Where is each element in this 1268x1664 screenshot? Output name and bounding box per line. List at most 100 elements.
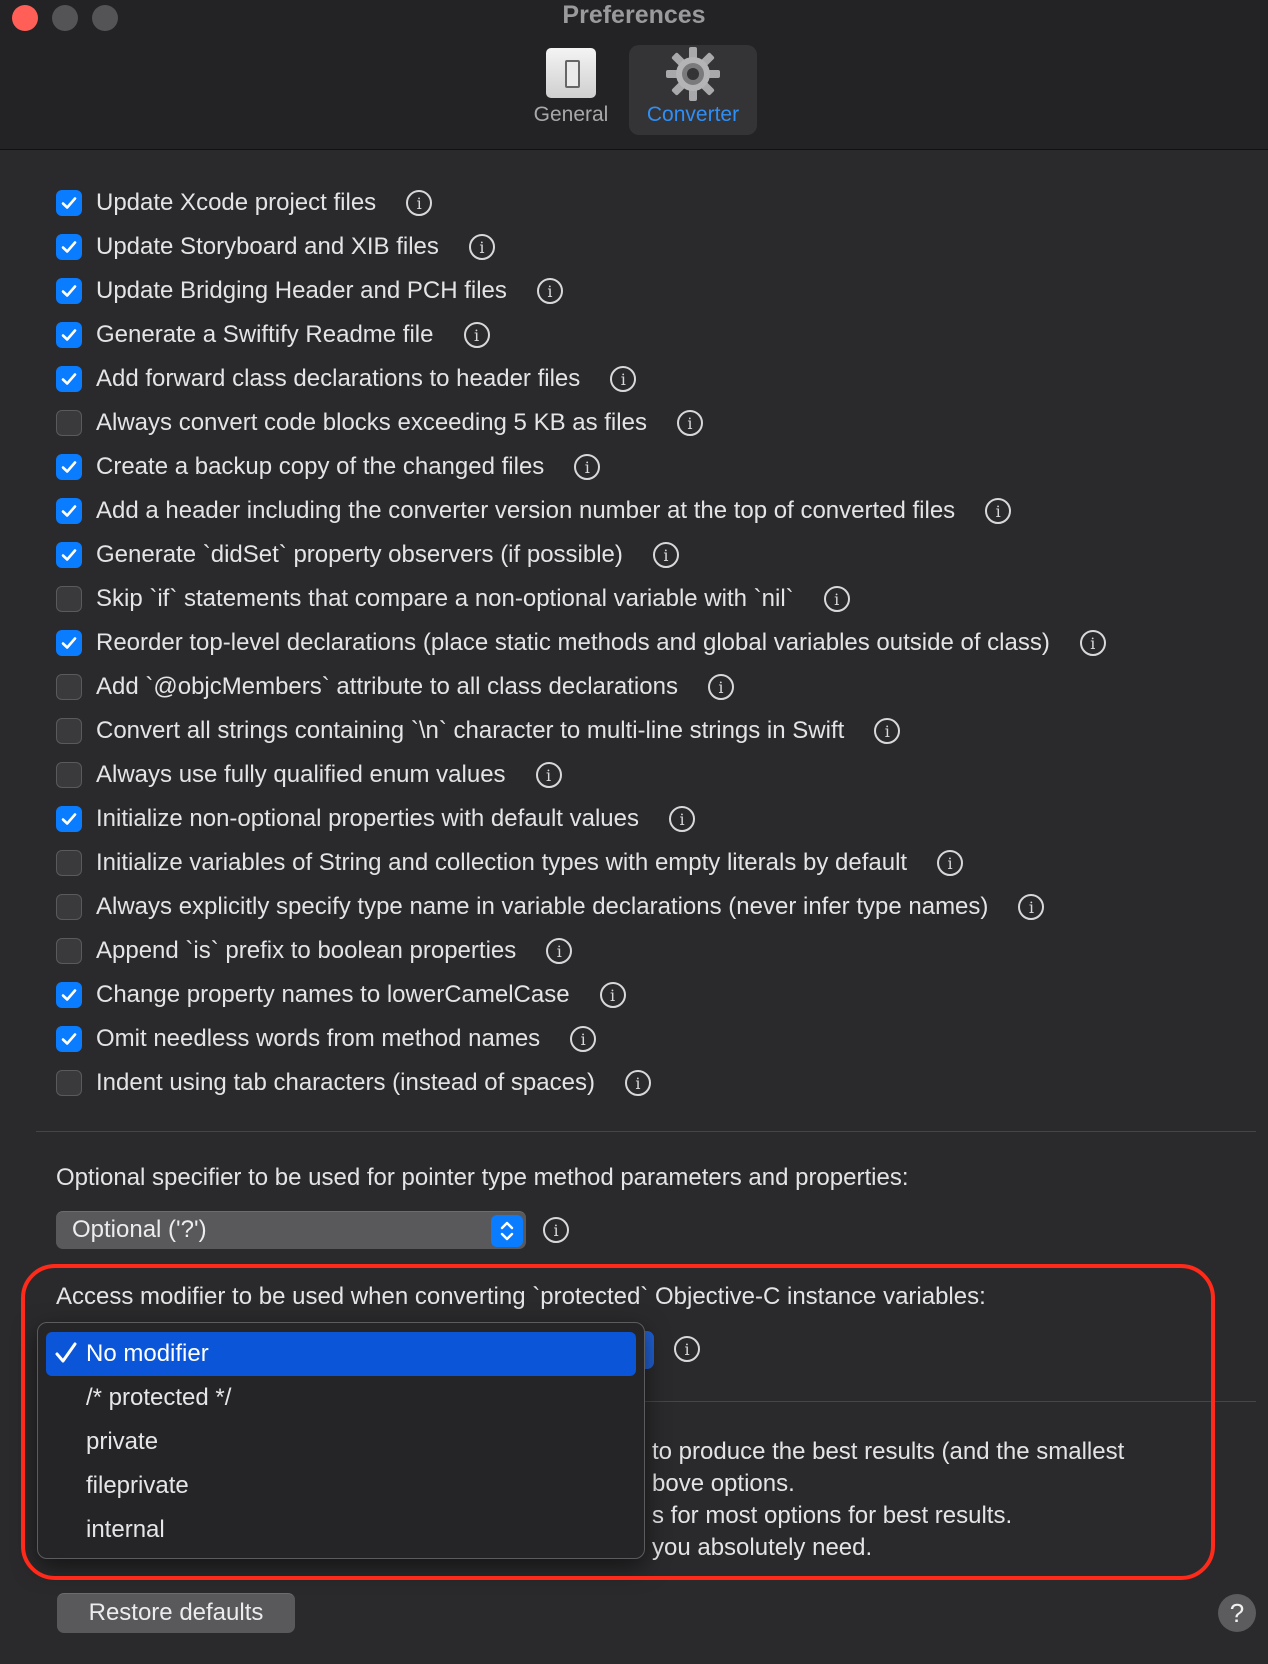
option-row[interactable]: Update Xcode project files i [56,188,433,218]
option-checkbox[interactable] [56,630,82,656]
info-icon[interactable]: i [536,278,563,304]
option-row[interactable]: Reorder top-level declarations (place st… [56,628,1106,658]
tab-general[interactable]: General [507,45,635,135]
option-row[interactable]: Initialize non-optional properties with … [56,804,695,834]
option-row[interactable]: Indent using tab characters (instead of … [56,1068,651,1098]
option-row[interactable]: Create a backup copy of the changed file… [56,452,601,482]
menu-item-label: No modifier [86,1340,209,1367]
menu-item-internal[interactable]: internal [46,1508,636,1552]
info-icon[interactable]: i [1079,630,1106,656]
option-checkbox[interactable] [56,586,82,612]
info-icon[interactable]: i [674,1336,700,1362]
tab-converter[interactable]: Converter [629,45,757,135]
option-checkbox[interactable] [56,366,82,392]
menu-item-protected-comment[interactable]: /* protected */ [46,1376,636,1420]
gear-icon [666,47,720,101]
option-checkbox[interactable] [56,762,82,788]
menu-item-no-modifier[interactable]: No modifier [46,1332,636,1376]
option-checkbox[interactable] [56,894,82,920]
option-row[interactable]: Initialize variables of String and colle… [56,848,964,878]
option-checkbox[interactable] [56,234,82,260]
option-checkbox[interactable] [56,1070,82,1096]
info-icon[interactable]: i [463,322,490,348]
tab-converter-label: Converter [646,103,740,126]
option-row[interactable]: Generate `didSet` property observers (if… [56,540,679,570]
option-label: Update Bridging Header and PCH files [96,277,507,304]
option-checkbox[interactable] [56,542,82,568]
option-label: Generate `didSet` property observers (if… [96,541,623,568]
option-label: Always explicitly specify type name in v… [96,893,989,920]
option-row[interactable]: Change property names to lowerCamelCase i [56,980,626,1010]
option-row[interactable]: Skip `if` statements that compare a non-… [56,584,850,614]
info-icon[interactable]: i [624,1070,651,1096]
option-row[interactable]: Update Bridging Header and PCH files i [56,276,563,306]
option-label: Create a backup copy of the changed file… [96,453,545,480]
option-label: Update Xcode project files [96,189,377,216]
checkmark-icon [61,549,77,561]
option-checkbox[interactable] [56,850,82,876]
option-checkbox[interactable] [56,938,82,964]
option-row[interactable]: Update Storyboard and XIB files i [56,232,495,262]
option-row[interactable]: Always explicitly specify type name in v… [56,892,1045,922]
option-row[interactable]: Always convert code blocks exceeding 5 K… [56,408,703,438]
access-modifier-label: Access modifier to be used when converti… [56,1283,986,1310]
option-row[interactable]: Convert all strings containing `\n` char… [56,716,901,746]
pointer-specifier-popup[interactable]: Optional ('?') [56,1211,526,1249]
info-icon[interactable]: i [599,982,626,1008]
option-row[interactable]: Add forward class declarations to header… [56,364,637,394]
option-checkbox[interactable] [56,454,82,480]
option-row[interactable]: Generate a Swiftify Readme file i [56,320,490,350]
menu-item-fileprivate[interactable]: fileprivate [46,1464,636,1508]
info-icon[interactable]: i [543,1217,569,1243]
info-icon[interactable]: i [570,1026,597,1052]
info-icon[interactable]: i [874,718,901,744]
tip-text-line: you absolutely need. [652,1534,873,1561]
info-icon[interactable]: i [669,806,695,832]
option-checkbox[interactable] [56,322,82,348]
info-icon[interactable]: i [985,498,1012,524]
menu-item-private[interactable]: private [46,1420,636,1464]
option-row[interactable]: Add `@objcMembers` attribute to all clas… [56,672,734,702]
info-icon[interactable]: i [676,410,703,436]
option-row[interactable]: Always use fully qualified enum values i [56,760,562,790]
option-row[interactable]: Append `is` prefix to boolean properties… [56,936,573,966]
option-checkbox[interactable] [56,410,82,436]
option-label: Indent using tab characters (instead of … [96,1069,595,1096]
access-modifier-menu: No modifier /* protected */ private file… [37,1322,645,1559]
checkmark-icon [61,197,77,209]
option-checkbox[interactable] [56,806,82,832]
checkmark-icon [61,1033,77,1045]
info-icon[interactable]: i [937,850,964,876]
option-row[interactable]: Omit needless words from method names i [56,1024,597,1054]
info-icon[interactable]: i [546,938,573,964]
option-checkbox[interactable] [56,278,82,304]
separator [36,1131,1256,1132]
checkmark-icon [61,373,77,385]
option-row[interactable]: Add a header including the converter ver… [56,496,1012,526]
checkmark-icon [61,813,77,825]
window-titlebar: Preferences General Converter [0,0,1268,150]
option-checkbox[interactable] [56,1026,82,1052]
option-checkbox[interactable] [56,982,82,1008]
option-checkbox[interactable] [56,718,82,744]
option-checkbox[interactable] [56,498,82,524]
option-checkbox[interactable] [56,190,82,216]
info-icon[interactable]: i [610,366,637,392]
info-icon[interactable]: i [1018,894,1045,920]
menu-item-label: internal [86,1516,165,1543]
option-label: Update Storyboard and XIB files [96,233,439,260]
info-icon[interactable]: i [406,190,433,216]
help-button[interactable]: ? [1218,1594,1256,1632]
tip-text-line: to produce the best results (and the sma… [652,1438,1125,1465]
info-icon[interactable]: i [652,542,679,568]
info-icon[interactable]: i [823,586,850,612]
option-label: Always convert code blocks exceeding 5 K… [96,409,647,436]
info-icon[interactable]: i [468,234,495,260]
restore-defaults-button[interactable]: Restore defaults [57,1593,295,1633]
checkmark-icon [61,241,77,253]
info-icon[interactable]: i [535,762,562,788]
option-checkbox[interactable] [56,674,82,700]
checkmark-icon [61,461,77,473]
info-icon[interactable]: i [574,454,601,480]
info-icon[interactable]: i [707,674,734,700]
